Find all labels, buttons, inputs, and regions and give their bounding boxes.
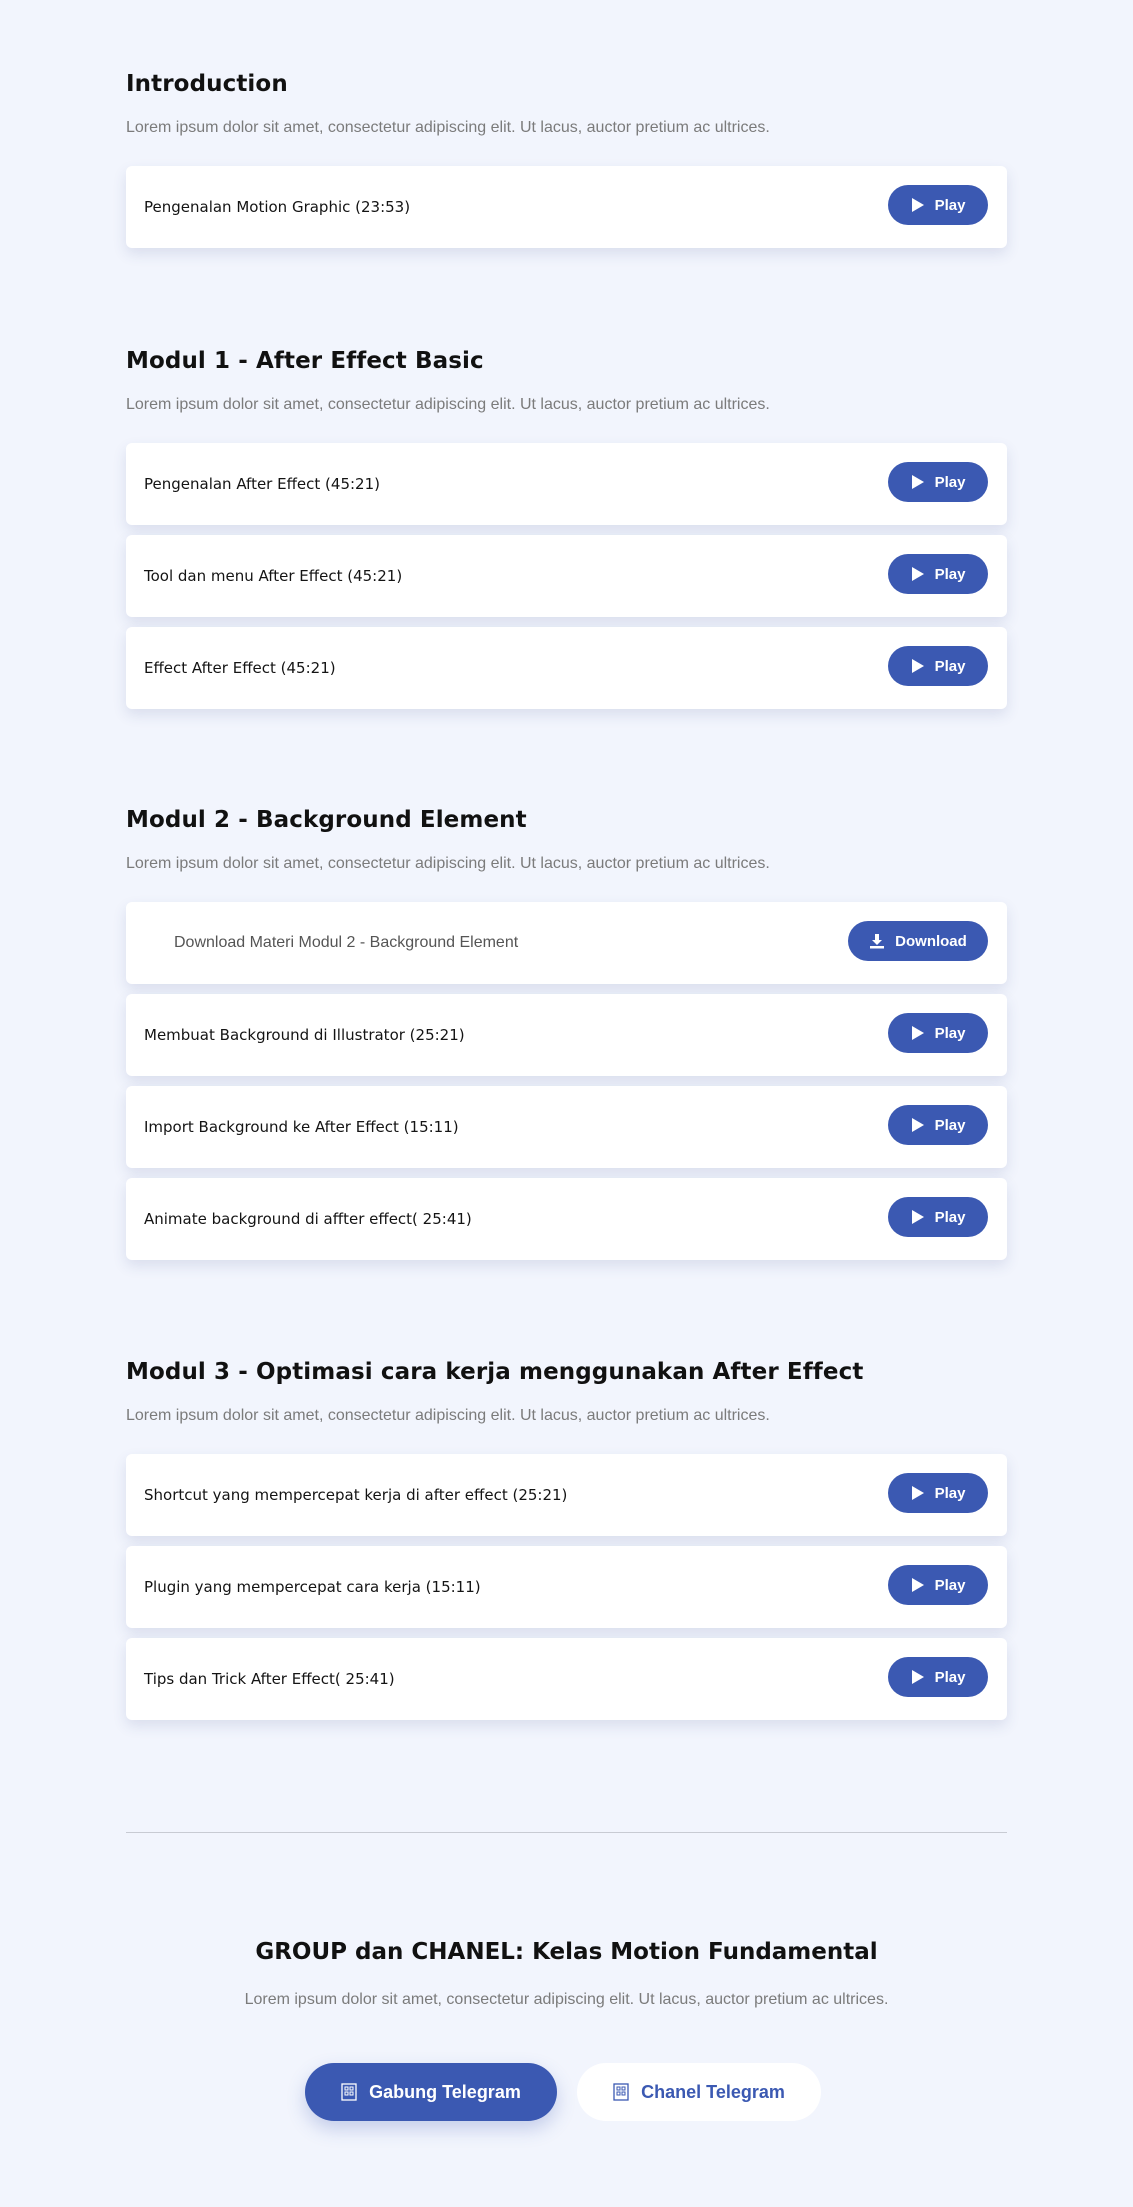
lesson-item: Effect After Effect (45:21) Play (126, 627, 1007, 709)
channel-telegram-button[interactable]: Chanel Telegram (577, 2063, 821, 2121)
play-button[interactable]: Play (888, 1473, 988, 1513)
section-modul-3: Modul 3 - Optimasi cara kerja menggunaka… (126, 1357, 1007, 1730)
play-icon (911, 197, 925, 213)
play-button[interactable]: Play (888, 185, 988, 225)
play-icon (911, 1117, 925, 1133)
section-title: Modul 2 - Background Element (126, 807, 527, 833)
section-divider (126, 1832, 1007, 1833)
lesson-item: Plugin yang mempercepat cara kerja (15:1… (126, 1546, 1007, 1628)
lesson-item: Import Background ke After Effect (15:11… (126, 1086, 1007, 1168)
section-modul-1: Modul 1 - After Effect Basic Lorem ipsum… (126, 346, 1007, 719)
play-button[interactable]: Play (888, 1013, 988, 1053)
section-modul-2: Modul 2 - Background Element Lorem ipsum… (126, 805, 1007, 1270)
lesson-label: Pengenalan Motion Graphic (23:53) (144, 198, 411, 216)
section-description: Lorem ipsum dolor sit amet, consectetur … (126, 396, 770, 413)
download-label: Download Materi Modul 2 - Background Ele… (174, 934, 519, 951)
lesson-item: Tool dan menu After Effect (45:21) Play (126, 535, 1007, 617)
download-button-label: Download (895, 932, 967, 950)
play-icon (911, 566, 925, 582)
play-icon (911, 474, 925, 490)
lesson-label: Tool dan menu After Effect (45:21) (144, 567, 403, 585)
play-icon (911, 1485, 925, 1501)
lesson-item: Pengenalan After Effect (45:21) Play (126, 443, 1007, 525)
lesson-label: Import Background ke After Effect (15:11… (144, 1118, 459, 1136)
play-button-label: Play (934, 1116, 966, 1134)
lesson-label: Pengenalan After Effect (45:21) (144, 475, 380, 493)
play-button[interactable]: Play (888, 1197, 988, 1237)
lesson-item: Pengenalan Motion Graphic (23:53) Play (126, 166, 1007, 248)
lesson-list: Pengenalan After Effect (45:21) Play Too… (126, 443, 1007, 709)
lesson-item: Membuat Background di Illustrator (25:21… (126, 994, 1007, 1076)
download-button[interactable]: Download (848, 921, 988, 961)
play-button[interactable]: Play (888, 462, 988, 502)
play-button-label: Play (934, 473, 966, 491)
section-description: Lorem ipsum dolor sit amet, consectetur … (126, 1407, 770, 1424)
play-button-label: Play (934, 565, 966, 583)
footer-description: Lorem ipsum dolor sit amet, consectetur … (244, 1991, 889, 2008)
section-introduction: Introduction Lorem ipsum dolor sit amet,… (126, 69, 1007, 258)
lesson-item: Animate background di affter effect( 25:… (126, 1178, 1007, 1260)
telegram-icon (613, 2083, 629, 2101)
play-button-label: Play (934, 196, 966, 214)
play-icon (911, 1209, 925, 1225)
lesson-label: Shortcut yang mempercepat kerja di after… (144, 1486, 568, 1504)
download-item: Download Materi Modul 2 - Background Ele… (126, 902, 1007, 984)
play-button[interactable]: Play (888, 554, 988, 594)
footer-title: GROUP dan CHANEL: Kelas Motion Fundament… (255, 1939, 878, 1965)
lesson-list: Pengenalan Motion Graphic (23:53) Play (126, 166, 1007, 248)
play-icon (911, 658, 925, 674)
channel-telegram-label: Chanel Telegram (641, 2081, 785, 2102)
lesson-item: Tips dan Trick After Effect( 25:41) Play (126, 1638, 1007, 1720)
lesson-list: Download Materi Modul 2 - Background Ele… (126, 902, 1007, 1260)
play-button[interactable]: Play (888, 1657, 988, 1697)
play-icon (911, 1669, 925, 1685)
lesson-label: Tips dan Trick After Effect( 25:41) (144, 1670, 395, 1688)
telegram-icon (341, 2083, 357, 2101)
section-title: Modul 1 - After Effect Basic (126, 348, 484, 374)
lesson-list: Shortcut yang mempercepat kerja di after… (126, 1454, 1007, 1720)
lesson-item: Shortcut yang mempercepat kerja di after… (126, 1454, 1007, 1536)
play-button-label: Play (934, 1024, 966, 1042)
lesson-label: Effect After Effect (45:21) (144, 659, 336, 677)
section-title: Modul 3 - Optimasi cara kerja menggunaka… (126, 1359, 864, 1385)
play-button-label: Play (934, 657, 966, 675)
play-button-label: Play (934, 1668, 966, 1686)
play-button[interactable]: Play (888, 1105, 988, 1145)
lesson-label: Animate background di affter effect( 25:… (144, 1210, 472, 1228)
lesson-label: Membuat Background di Illustrator (25:21… (144, 1026, 465, 1044)
lesson-label: Plugin yang mempercepat cara kerja (15:1… (144, 1578, 481, 1596)
play-icon (911, 1025, 925, 1041)
section-description: Lorem ipsum dolor sit amet, consectetur … (126, 119, 770, 136)
play-button[interactable]: Play (888, 1565, 988, 1605)
play-button-label: Play (934, 1484, 966, 1502)
play-icon (911, 1577, 925, 1593)
section-title: Introduction (126, 71, 288, 97)
play-button[interactable]: Play (888, 646, 988, 686)
play-button-label: Play (934, 1208, 966, 1226)
section-description: Lorem ipsum dolor sit amet, consectetur … (126, 855, 770, 872)
join-telegram-button[interactable]: Gabung Telegram (305, 2063, 557, 2121)
download-icon (869, 933, 885, 949)
join-telegram-label: Gabung Telegram (369, 2081, 521, 2102)
play-button-label: Play (934, 1576, 966, 1594)
